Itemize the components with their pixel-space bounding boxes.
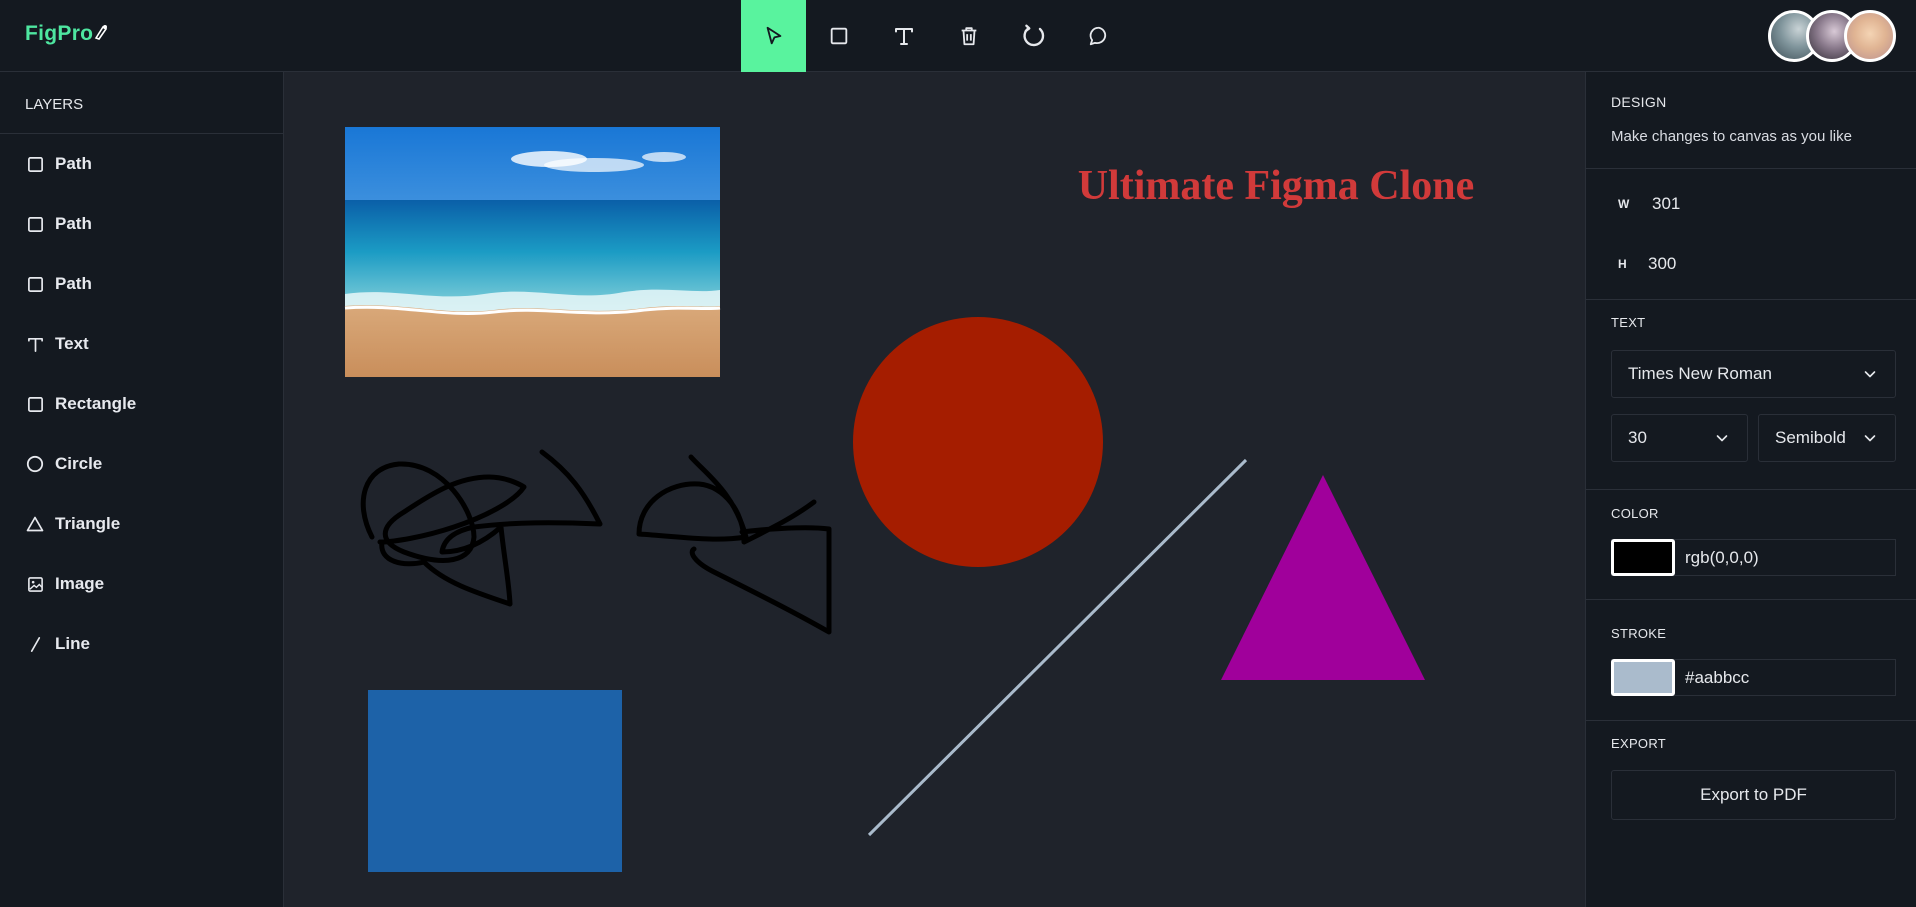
width-value[interactable]: 301 [1652, 194, 1680, 214]
square-icon [830, 27, 847, 45]
text-icon [26, 335, 44, 353]
font-size-value: 30 [1628, 428, 1647, 447]
canvas-circle[interactable] [853, 317, 1103, 567]
layers-title: LAYERS [0, 72, 283, 134]
comment-icon [1089, 26, 1106, 46]
layer-label: Path [55, 154, 92, 173]
layer-item-line[interactable]: Line [0, 614, 283, 674]
height-label: H [1618, 257, 1627, 271]
font-weight-select[interactable]: Semibold [1758, 414, 1896, 462]
layer-label: Circle [55, 454, 103, 473]
pen-icon [94, 22, 108, 46]
triangle-icon [26, 515, 44, 533]
layer-label: Path [55, 274, 92, 293]
chevron-down-icon [1716, 435, 1728, 442]
color-field[interactable]: rgb(0,0,0) [1611, 539, 1896, 576]
layer-item-circle[interactable]: Circle [0, 434, 283, 494]
toolbar [741, 0, 1131, 72]
layer-label: Path [55, 214, 92, 233]
font-family-select[interactable]: Times New Roman [1611, 350, 1896, 398]
reset-tool-button[interactable] [1001, 0, 1066, 72]
divider [1586, 489, 1916, 490]
layer-item-rectangle[interactable]: Rectangle [0, 374, 283, 434]
layer-label: Text [55, 334, 89, 353]
square-icon [26, 155, 44, 173]
font-family-value: Times New Roman [1628, 364, 1772, 383]
layer-label: Triangle [55, 514, 121, 533]
color-section-title: COLOR [1611, 506, 1659, 521]
delete-tool-button[interactable] [936, 0, 1001, 72]
width-label: W [1618, 197, 1630, 211]
layer-label: Line [55, 634, 90, 653]
text-section-title: TEXT [1611, 315, 1646, 330]
design-subtitle: Make changes to canvas as you like [1611, 128, 1852, 145]
design-canvas[interactable]: Ultimate Figma Clone [284, 72, 1585, 907]
stroke-section-title: STROKE [1611, 626, 1667, 641]
cursor-icon [766, 26, 781, 45]
image-icon [26, 575, 44, 593]
font-weight-value: Semibold [1775, 428, 1846, 447]
stroke-value[interactable]: #aabbcc [1685, 668, 1749, 688]
font-size-select[interactable]: 30 [1611, 414, 1748, 462]
app-logo: FigPro [25, 22, 108, 46]
divider [1586, 299, 1916, 300]
top-navbar: FigPro [0, 0, 1916, 72]
layers-panel: LAYERS Path Path Path Text Rectangle Cir… [0, 72, 284, 907]
design-section-title: DESIGN [1611, 94, 1667, 110]
divider [1586, 599, 1916, 600]
divider [1586, 720, 1916, 721]
divider [1586, 168, 1916, 169]
canvas-rectangle[interactable] [368, 690, 622, 872]
height-field[interactable]: H 300 [1618, 254, 1676, 274]
color-value[interactable]: rgb(0,0,0) [1685, 548, 1759, 568]
text-tool-button[interactable] [871, 0, 936, 72]
color-swatch[interactable] [1611, 539, 1675, 576]
export-pdf-button[interactable]: Export to PDF [1611, 770, 1896, 820]
export-section-title: EXPORT [1611, 736, 1667, 751]
layer-item-path[interactable]: Path [0, 194, 283, 254]
layer-item-text[interactable]: Text [0, 314, 283, 374]
layer-item-triangle[interactable]: Triangle [0, 494, 283, 554]
design-panel: DESIGN Make changes to canvas as you lik… [1585, 72, 1916, 907]
stroke-field[interactable]: #aabbcc [1611, 659, 1896, 696]
circle-icon [26, 455, 44, 473]
layer-item-path[interactable]: Path [0, 134, 283, 194]
width-field[interactable]: W 301 [1618, 194, 1680, 214]
user-avatar[interactable] [1844, 10, 1896, 62]
height-value[interactable]: 300 [1648, 254, 1676, 274]
reset-icon [1022, 24, 1044, 47]
canvas-freehand-path[interactable] [636, 454, 832, 635]
square-icon [26, 275, 44, 293]
beach-image[interactable] [344, 127, 721, 377]
text-icon [894, 28, 913, 45]
layer-label: Rectangle [55, 394, 137, 413]
square-icon [26, 215, 44, 233]
trash-icon [961, 27, 976, 46]
select-tool-button[interactable] [741, 0, 806, 72]
rectangle-tool-button[interactable] [806, 0, 871, 72]
line-icon [26, 635, 44, 653]
layer-label: Image [55, 574, 105, 593]
logo-text: FigPro [25, 22, 94, 45]
canvas-surface[interactable]: Ultimate Figma Clone [284, 72, 1585, 907]
canvas-triangle[interactable] [1221, 475, 1425, 680]
active-users [1768, 10, 1896, 62]
chevron-down-icon [1864, 435, 1876, 442]
square-icon [26, 395, 44, 413]
layer-item-image[interactable]: Image [0, 554, 283, 614]
comments-tool-button[interactable] [1066, 0, 1131, 72]
stroke-swatch[interactable] [1611, 659, 1675, 696]
chevron-down-icon [1864, 371, 1876, 378]
canvas-heading-text[interactable]: Ultimate Figma Clone [1078, 163, 1475, 209]
layer-item-path[interactable]: Path [0, 254, 283, 314]
